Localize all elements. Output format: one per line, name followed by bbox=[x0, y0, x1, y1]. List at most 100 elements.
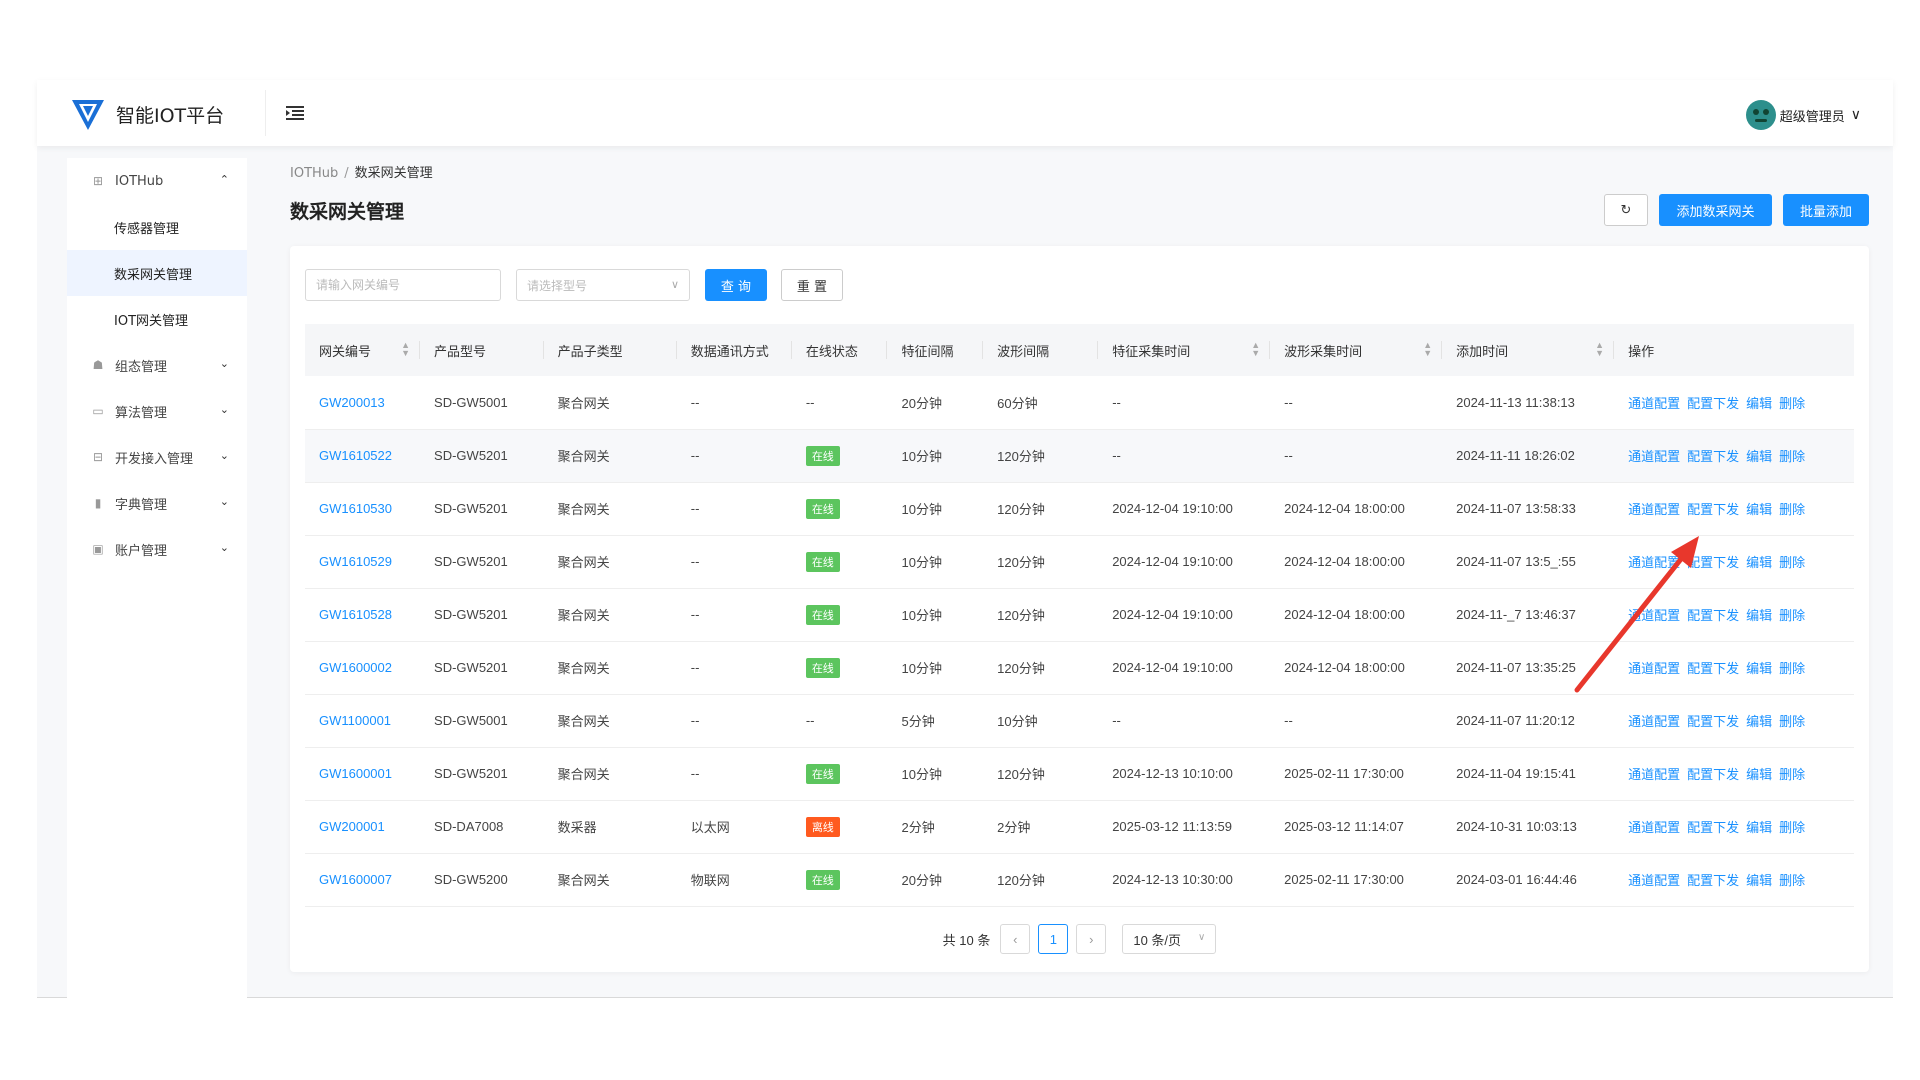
sort-icon[interactable]: ▲ ▼ bbox=[1251, 341, 1260, 358]
gateway-code-link[interactable]: GW200001 bbox=[305, 800, 420, 853]
column-header[interactable]: 波形采集时间 ▲ ▼ bbox=[1270, 324, 1443, 376]
sort-icon[interactable]: ▲ ▼ bbox=[1423, 341, 1432, 358]
channel-config-link[interactable]: 通道配置 bbox=[1628, 873, 1680, 888]
config-deploy-link[interactable]: 配置下发 bbox=[1687, 661, 1739, 676]
edit-link[interactable]: 编辑 bbox=[1746, 555, 1772, 570]
delete-link[interactable]: 删除 bbox=[1779, 820, 1805, 835]
gateway-code-link[interactable]: GW1600002 bbox=[305, 641, 420, 694]
refresh-button[interactable]: ↻ bbox=[1604, 194, 1648, 226]
edit-link[interactable]: 编辑 bbox=[1746, 661, 1772, 676]
refresh-icon: ↻ bbox=[1620, 202, 1632, 218]
table-cell: 20分钟 bbox=[901, 873, 942, 888]
sidebar-group-account[interactable]: ▣ 账户管理 ⌄ bbox=[67, 526, 247, 572]
page-number-button[interactable]: 1 bbox=[1038, 924, 1069, 954]
sidebar-group-iothub[interactable]: ⊞ IOTHub ⌃ bbox=[67, 158, 247, 204]
config-deploy-link[interactable]: 配置下发 bbox=[1687, 555, 1739, 570]
channel-config-link[interactable]: 通道配置 bbox=[1628, 502, 1680, 517]
delete-link[interactable]: 删除 bbox=[1779, 608, 1805, 623]
edit-link[interactable]: 编辑 bbox=[1746, 820, 1772, 835]
config-deploy-link[interactable]: 配置下发 bbox=[1687, 714, 1739, 729]
app-title: 智能IOT平台 bbox=[116, 104, 225, 127]
edit-link[interactable]: 编辑 bbox=[1746, 396, 1772, 411]
sidebar-group-dev-access[interactable]: ⊟ 开发接入管理 ⌄ bbox=[67, 434, 247, 480]
config-deploy-link[interactable]: 配置下发 bbox=[1687, 820, 1739, 835]
gateway-code-link[interactable]: GW1600001 bbox=[305, 747, 420, 800]
delete-link[interactable]: 删除 bbox=[1779, 502, 1805, 517]
chevron-down-icon: ⌄ bbox=[219, 449, 229, 462]
config-deploy-link[interactable]: 配置下发 bbox=[1687, 396, 1739, 411]
sidebar-item-sensor[interactable]: 传感器管理 bbox=[67, 204, 247, 250]
channel-config-link[interactable]: 通道配置 bbox=[1628, 608, 1680, 623]
delete-link[interactable]: 删除 bbox=[1779, 873, 1805, 888]
gateway-code-link[interactable]: GW1100001 bbox=[305, 694, 420, 747]
column-header[interactable]: 网关编号 ▲ ▼ bbox=[305, 324, 421, 376]
sort-icon[interactable]: ▲ ▼ bbox=[1595, 341, 1604, 358]
table-cell: 60分钟 bbox=[997, 395, 1038, 411]
edit-link[interactable]: 编辑 bbox=[1746, 767, 1772, 782]
delete-link[interactable]: 删除 bbox=[1779, 396, 1805, 411]
channel-config-link[interactable]: 通道配置 bbox=[1628, 555, 1680, 570]
reset-button[interactable]: 重 置 bbox=[781, 269, 843, 301]
sidebar-group-algorithm[interactable]: ▭ 算法管理 ⌄ bbox=[67, 388, 247, 434]
pagination-total: 共 10 条 bbox=[942, 932, 991, 948]
table-cell: 2分钟 bbox=[901, 820, 935, 835]
next-page-button[interactable]: › bbox=[1076, 924, 1107, 954]
config-deploy-link[interactable]: 配置下发 bbox=[1687, 767, 1739, 782]
column-header-label: 特征采集时间 bbox=[1112, 343, 1191, 359]
page-size-select[interactable]: 10 条/页 ∨ bbox=[1122, 924, 1217, 954]
config-deploy-link[interactable]: 配置下发 bbox=[1687, 608, 1739, 623]
channel-config-link[interactable]: 通道配置 bbox=[1628, 767, 1680, 782]
table-cell: 10分钟 bbox=[901, 449, 942, 464]
table-row: GW200013 SD-GW5001 聚合网关 -- -- 20分钟 60分钟 -- -- 202… bbox=[305, 376, 1854, 429]
prev-page-button[interactable]: ‹ bbox=[1000, 924, 1031, 954]
sidebar-item-label: 传感器管理 bbox=[114, 221, 180, 237]
channel-config-link[interactable]: 通道配置 bbox=[1628, 714, 1680, 729]
edit-link[interactable]: 编辑 bbox=[1746, 608, 1772, 623]
delete-link[interactable]: 删除 bbox=[1779, 449, 1805, 464]
channel-config-link[interactable]: 通道配置 bbox=[1628, 820, 1680, 835]
channel-config-link[interactable]: 通道配置 bbox=[1628, 396, 1680, 411]
user-menu[interactable]: 超级管理员 ∨ bbox=[1745, 100, 1861, 130]
breadcrumb-root[interactable]: IOTHub bbox=[290, 166, 338, 181]
channel-config-link[interactable]: 通道配置 bbox=[1628, 661, 1680, 676]
sidebar-item-iot-gateway[interactable]: IOT网关管理 bbox=[67, 296, 247, 342]
table-cell: 聚合网关 bbox=[557, 395, 610, 411]
column-header[interactable]: 特征采集时间 ▲ ▼ bbox=[1098, 324, 1271, 376]
gateway-code-link[interactable]: GW1600007 bbox=[305, 853, 420, 906]
gateway-code-input[interactable] bbox=[305, 269, 501, 301]
table-cell: SD-GW5201 bbox=[434, 554, 508, 569]
gateway-code-link[interactable]: GW1610528 bbox=[305, 588, 420, 641]
query-button[interactable]: 查 询 bbox=[705, 269, 767, 301]
row-actions: 通道配置 配置下发 编辑 删除 bbox=[1614, 376, 1854, 429]
edit-link[interactable]: 编辑 bbox=[1746, 714, 1772, 729]
column-header[interactable]: 添加时间 ▲ ▼ bbox=[1442, 324, 1615, 376]
menu-fold-icon[interactable] bbox=[286, 106, 304, 120]
channel-config-link[interactable]: 通道配置 bbox=[1628, 449, 1680, 464]
batch-add-button[interactable]: 批量添加 bbox=[1783, 194, 1869, 226]
delete-link[interactable]: 删除 bbox=[1779, 661, 1805, 676]
sidebar-group-dictionary[interactable]: ▮ 字典管理 ⌄ bbox=[67, 480, 247, 526]
delete-link[interactable]: 删除 bbox=[1779, 714, 1805, 729]
delete-link[interactable]: 删除 bbox=[1779, 555, 1805, 570]
edit-link[interactable]: 编辑 bbox=[1746, 873, 1772, 888]
sidebar-group-config[interactable]: ☗ 组态管理 ⌄ bbox=[67, 342, 247, 388]
column-header-label: 添加时间 bbox=[1456, 343, 1509, 359]
table-cell: 2024-11-07 13:58:33 bbox=[1456, 501, 1576, 516]
config-deploy-link[interactable]: 配置下发 bbox=[1687, 502, 1739, 517]
column-header: 操作 bbox=[1614, 324, 1854, 376]
gateway-code-link[interactable]: GW1610529 bbox=[305, 535, 420, 588]
delete-link[interactable]: 删除 bbox=[1779, 767, 1805, 782]
sidebar-item-gateway[interactable]: 数采网关管理 bbox=[67, 250, 247, 296]
table-cell: 10分钟 bbox=[997, 714, 1038, 729]
edit-link[interactable]: 编辑 bbox=[1746, 449, 1772, 464]
config-deploy-link[interactable]: 配置下发 bbox=[1687, 873, 1739, 888]
model-select[interactable]: 请选择型号 ∨ bbox=[516, 269, 690, 301]
add-gateway-button[interactable]: 添加数采网关 bbox=[1659, 194, 1772, 226]
gateway-code-link[interactable]: GW1610530 bbox=[305, 482, 420, 535]
sidebar-group-label: 字典管理 bbox=[115, 497, 168, 513]
gateway-code-link[interactable]: GW200013 bbox=[305, 376, 420, 429]
edit-link[interactable]: 编辑 bbox=[1746, 502, 1772, 517]
config-deploy-link[interactable]: 配置下发 bbox=[1687, 449, 1739, 464]
sort-icon[interactable]: ▲ ▼ bbox=[401, 341, 410, 358]
gateway-code-link[interactable]: GW1610522 bbox=[305, 429, 420, 482]
